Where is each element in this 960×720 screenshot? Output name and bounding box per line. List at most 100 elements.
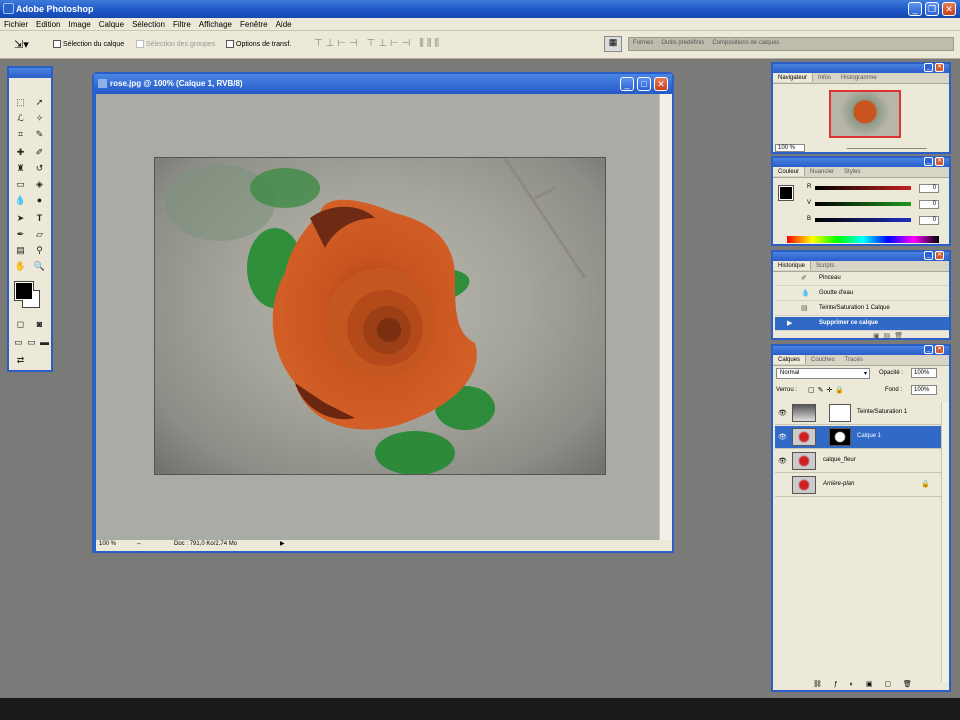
notes-tool-icon[interactable]: ▤ [14,244,27,256]
rose-photo[interactable] [154,157,606,475]
clone-stamp-icon[interactable]: ♜ [14,162,27,174]
tab-infos[interactable]: Infos [813,73,836,82]
auto-select-groups-option[interactable]: Sélection des groupes [136,40,215,48]
bucket-tool-icon[interactable]: ◈ [33,178,46,190]
layer-name[interactable]: calque_fleur [823,457,856,463]
move-tool-icon[interactable]: ⇲▾ [14,38,29,51]
layer-name[interactable]: Arrière-plan [823,481,854,487]
align-buttons[interactable]: ⊤⊥⊢⊣ ⊤⊥⊢⊣ ⫼⫼⫼ [314,38,442,49]
tab-color[interactable]: Couleur [773,167,806,176]
panel-minimize-button[interactable]: _ [924,345,933,354]
healing-brush-icon[interactable]: ✚ [14,146,27,158]
eye-icon[interactable]: 👁 [778,433,787,441]
doc-maximize-button[interactable]: □ [637,77,651,91]
eraser-tool-icon[interactable]: ▭ [14,178,27,190]
menu-selection[interactable]: Sélection [128,18,169,29]
menu-edition[interactable]: Edition [32,18,64,29]
lock-buttons[interactable]: ▢✎✛🔒 [808,386,847,394]
tab-layers[interactable]: Calques [773,355,807,364]
close-button[interactable]: ✕ [942,2,956,16]
panel-minimize-button[interactable]: _ [924,157,933,166]
navigator-zoom[interactable]: 100 % [775,144,805,152]
channel-v-slider[interactable] [815,202,911,206]
layer-row[interactable]: 👁 calque_fleur [775,450,941,473]
transform-options-option[interactable]: Options de transf. [226,40,291,48]
brush-tool-icon[interactable]: ✐ [33,146,46,158]
vertical-scrollbar[interactable] [659,94,672,540]
zoom-level[interactable]: 100 % [99,541,116,547]
panel-minimize-button[interactable]: _ [924,251,933,260]
layers-scrollbar[interactable] [941,402,949,682]
menu-affichage[interactable]: Affichage [195,18,236,29]
tab-scripts[interactable]: Scripts [811,261,839,270]
tab-swatches[interactable]: Nuancier [805,167,839,176]
channel-r-value[interactable]: 0 [919,184,939,193]
history-brush-icon[interactable]: ↺ [33,162,46,174]
navigator-thumbnail[interactable] [829,90,901,138]
well-tab-layer-comps[interactable]: Compositions de calques [712,40,779,46]
checkbox-icon[interactable] [136,40,144,48]
foreground-color-swatch-top[interactable] [15,282,33,300]
marquee-tool-icon[interactable]: ⬚ [14,96,27,108]
jump-to-imageready-icon[interactable]: ⇄ [14,354,27,366]
shape-tool-icon[interactable]: ▱ [33,228,46,240]
move-tool-icon[interactable]: ➚ [33,96,46,108]
opacity-input[interactable]: 100% [911,368,937,378]
history-footer-buttons[interactable]: ▣▤🗑 [873,332,907,340]
pen-tool-icon[interactable]: ✒ [14,228,27,240]
canvas-area[interactable] [96,94,659,540]
color-spectrum-bar[interactable] [787,236,939,243]
crop-tool-icon[interactable]: ⌗ [14,128,27,140]
menu-image[interactable]: Image [64,18,94,29]
history-item-selected[interactable]: Supprimer ce calque [775,317,949,331]
file-browser-icon[interactable]: ▦ [604,36,622,52]
screen-mode-full-icon[interactable]: ▭ [25,336,38,348]
eye-icon[interactable]: 👁 [778,409,787,417]
path-selection-icon[interactable]: ➤ [14,212,27,224]
tab-navigator[interactable]: Navigateur [773,73,814,82]
menu-filtre[interactable]: Filtre [169,18,195,29]
menu-calque[interactable]: Calque [95,18,128,29]
screen-mode-black-icon[interactable]: ▬ [38,336,51,348]
well-tab-tool-presets[interactable]: Outils prédéfinis [661,40,704,46]
minimize-button[interactable]: _ [908,2,922,16]
standard-mode-icon[interactable]: ◻ [14,318,27,330]
tab-history[interactable]: Historique [773,261,812,270]
color-fg-swatch[interactable] [778,185,794,201]
blend-mode-select[interactable]: Normal ▾ [776,368,870,379]
status-menu-arrow-icon[interactable]: ▶ [280,540,285,547]
lasso-tool-icon[interactable]: ℒ [14,112,27,124]
panel-close-button[interactable]: ✕ [935,345,944,354]
tab-styles[interactable]: Styles [839,167,865,176]
panel-minimize-button[interactable]: _ [924,63,933,72]
doc-close-button[interactable]: ✕ [654,77,668,91]
menu-fenetre[interactable]: Fenêtre [236,18,272,29]
quick-mask-icon[interactable]: ◙ [33,318,46,330]
checkbox-icon[interactable] [53,40,61,48]
layer-name[interactable]: Teinte/Saturation 1 [857,409,907,415]
tab-channels[interactable]: Couches [806,355,840,364]
layer-row[interactable]: 👁 Teinte/Saturation 1 [775,402,941,425]
doc-minimize-button[interactable]: _ [620,77,634,91]
menu-aide[interactable]: Aide [272,18,296,29]
layer-row-selected[interactable]: 👁 Calque 1 [775,426,941,449]
panel-close-button[interactable]: ✕ [935,251,944,260]
layers-footer-buttons[interactable]: ⛓ ƒ ◐ ▣ ▢ 🗑 [813,680,917,688]
tab-histogram[interactable]: Histogramme [836,73,882,82]
channel-r-slider[interactable] [815,186,911,190]
zoom-tool-icon[interactable]: 🔍 [33,260,46,272]
well-tab-formes[interactable]: Formes [633,40,653,46]
hand-tool-icon[interactable]: ✋ [14,260,27,272]
checkbox-icon[interactable] [226,40,234,48]
fill-input[interactable]: 100% [911,385,937,395]
blur-tool-icon[interactable]: 💧 [14,194,27,206]
channel-v-value[interactable]: 0 [919,200,939,209]
panel-close-button[interactable]: ✕ [935,63,944,72]
channel-b-value[interactable]: 0 [919,216,939,225]
slice-tool-icon[interactable]: ✎ [33,128,46,140]
navigator-zoom-slider[interactable] [847,148,927,149]
eyedropper-icon[interactable]: ⚲ [33,244,46,256]
panel-close-button[interactable]: ✕ [935,157,944,166]
restore-button[interactable]: ❐ [925,2,939,16]
tab-paths[interactable]: Tracés [840,355,868,364]
